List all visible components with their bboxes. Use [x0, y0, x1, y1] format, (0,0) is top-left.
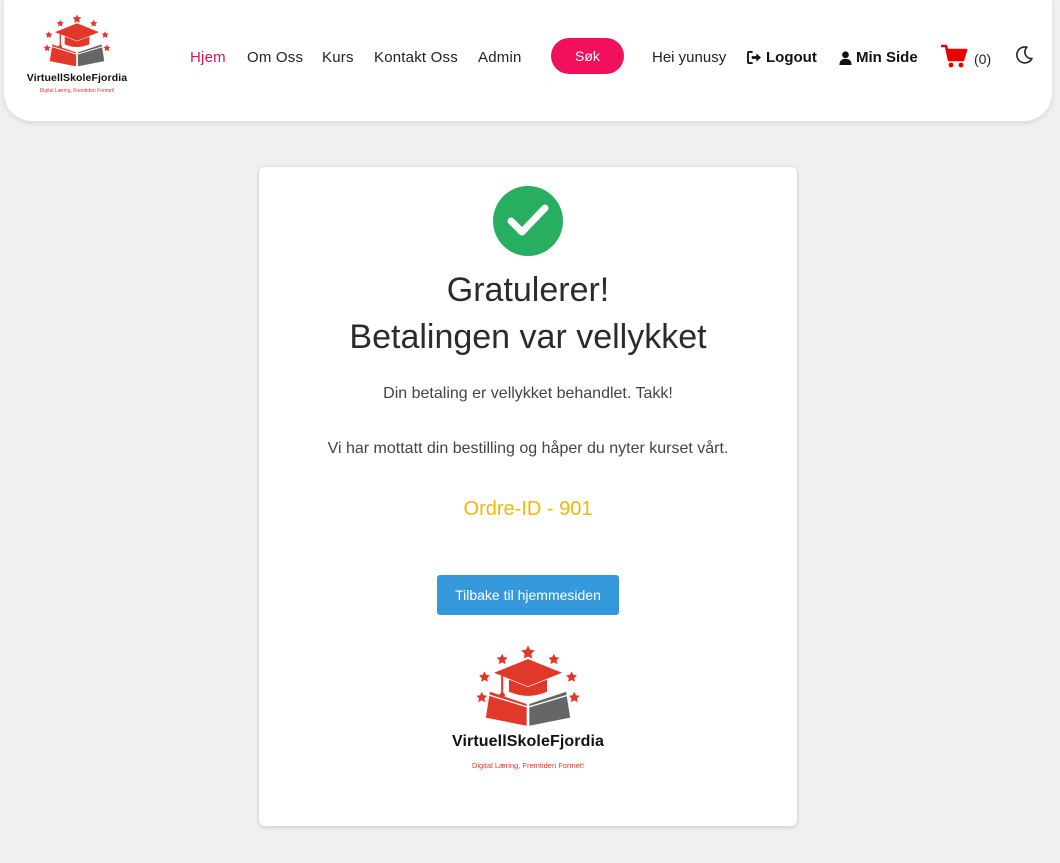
logo-tagline: Digital Læring, Fremtiden Formet! [39, 88, 115, 94]
cart-count: (0) [974, 51, 992, 67]
nav-link-hjem[interactable]: Hjem [190, 49, 226, 66]
site-logo[interactable]: VirtuellSkoleFjordia Digital Læring, Fre… [22, 10, 132, 110]
logout-label: Logout [766, 49, 817, 66]
order-received-message: Vi har mottatt din bestilling og håper d… [327, 440, 729, 457]
footer-logo-brand-name: VirtuellSkoleFjordia [452, 733, 604, 750]
search-button[interactable]: Søk [551, 38, 624, 74]
cart-link[interactable]: (0) [940, 44, 991, 68]
check-circle-icon [493, 186, 563, 256]
theme-toggle[interactable] [1014, 45, 1034, 70]
user-icon [839, 50, 852, 65]
footer-logo-tagline: Digital Læring, Fremtiden Formet! [471, 761, 585, 770]
shopping-cart-icon [941, 44, 968, 68]
nav-link-om-oss[interactable]: Om Oss [247, 49, 303, 66]
min-side-label: Min Side [856, 49, 918, 66]
order-id: Ordre-ID - 901 [463, 498, 593, 520]
payment-processed-message: Din betaling er vellykket behandlet. Tak… [383, 385, 673, 402]
logo-brand-name: VirtuellSkoleFjordia [26, 72, 128, 84]
navbar: VirtuellSkoleFjordia Digital Læring, Fre… [4, 0, 1052, 121]
footer-logo: VirtuellSkoleFjordia Digital Læring, Fre… [428, 643, 628, 770]
success-subtitle: Betalingen var vellykket [349, 318, 707, 356]
success-title: Gratulerer! [446, 271, 610, 309]
nav-link-kontakt-oss[interactable]: Kontakt Oss [374, 49, 458, 66]
nav-link-admin[interactable]: Admin [478, 49, 522, 66]
sign-out-icon [747, 51, 761, 64]
logo-graduation-book-icon [476, 645, 580, 726]
back-to-home-button[interactable]: Tilbake til hjemmesiden [437, 575, 619, 615]
user-greeting: Hei yunusy [652, 49, 727, 66]
nav-link-kurs[interactable]: Kurs [322, 49, 354, 66]
logo-graduation-book-icon [43, 14, 111, 67]
check-icon [507, 204, 549, 236]
min-side-link[interactable]: Min Side [839, 49, 918, 66]
moon-icon [1016, 46, 1033, 64]
payment-success-card: Gratulerer! Betalingen var vellykket Din… [259, 167, 797, 826]
logout-link[interactable]: Logout [747, 49, 817, 66]
